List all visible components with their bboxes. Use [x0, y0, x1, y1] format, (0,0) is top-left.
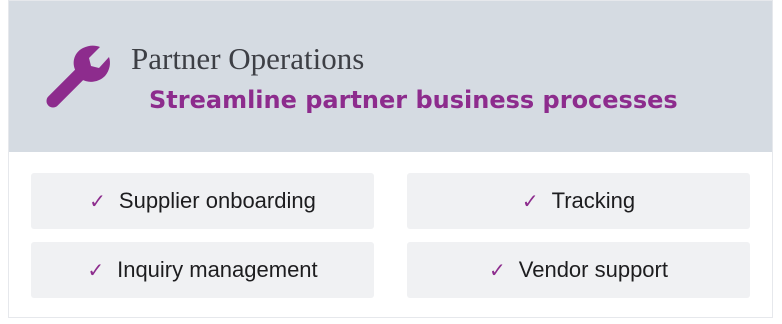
check-icon: ✓ — [489, 258, 506, 282]
check-icon: ✓ — [87, 258, 105, 282]
feature-label: Tracking — [551, 188, 636, 213]
wrench-icon — [46, 45, 110, 108]
card-header: Partner Operations Streamline partner bu… — [9, 1, 772, 152]
feature-label: Supplier onboarding — [118, 188, 316, 213]
feature-label: Inquiry management — [117, 257, 318, 282]
check-icon: ✓ — [521, 189, 539, 213]
feature-tag-tracking: ✓ Tracking — [407, 173, 750, 229]
page-subtitle: Streamline partner business processes — [149, 86, 678, 114]
partner-operations-card: Partner Operations Streamline partner bu… — [8, 0, 773, 318]
feature-tag-supplier-onboarding: ✓ Supplier onboarding — [31, 173, 374, 229]
feature-tag-inquiry-management: ✓ Inquiry management — [31, 242, 374, 298]
page-title: Partner Operations — [131, 41, 365, 76]
check-icon: ✓ — [89, 189, 106, 213]
feature-label: Vendor support — [518, 257, 668, 282]
feature-tag-vendor-support: ✓ Vendor support — [407, 242, 750, 298]
